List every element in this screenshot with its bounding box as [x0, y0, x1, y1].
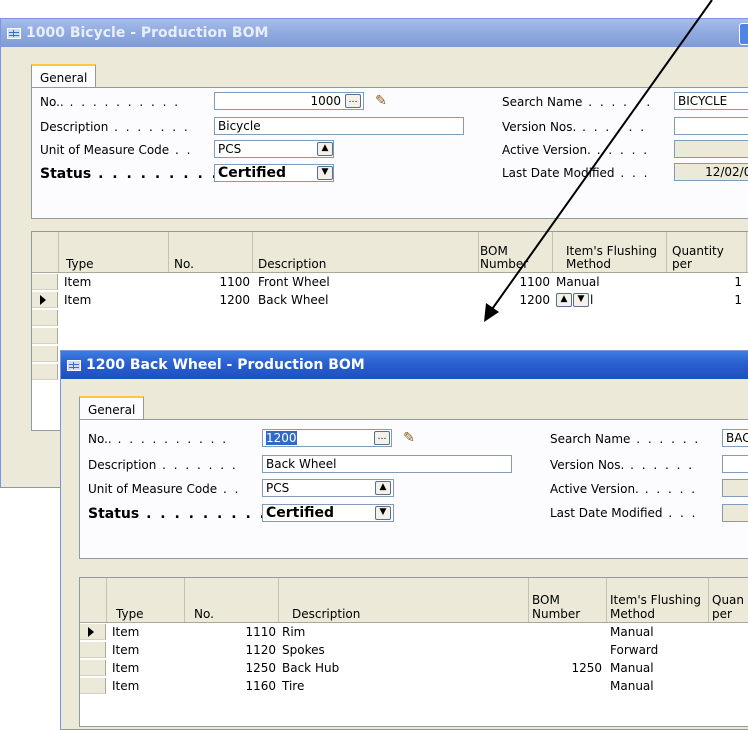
no-label: No.. . . . . . . . . . .	[40, 95, 181, 109]
bicycle-bom-titlebar[interactable]: 1000 Bicycle - Production BOM	[1, 19, 748, 47]
general-panel: No.. . . . . . . . . . . 1000 … ✎ Descri…	[31, 87, 748, 219]
version-nos-field[interactable]	[722, 455, 748, 473]
status-label: Status . . . . . . . . .	[40, 166, 219, 182]
col-flushing[interactable]: Method	[610, 608, 655, 620]
search-name-field[interactable]: BICYCLE	[674, 92, 748, 110]
up-arrow-icon[interactable]: ▲	[375, 481, 391, 495]
col-quantity[interactable]: per	[672, 258, 692, 270]
status-label: Status . . . . . . . . .	[88, 506, 267, 522]
dropdown-arrow-icon[interactable]: ▼	[375, 506, 391, 520]
tab-general[interactable]: General	[31, 64, 97, 88]
description-label: Description . . . . . . .	[88, 458, 238, 472]
last-date-label: Last Date Modified . . .	[502, 166, 650, 180]
up-arrow-icon[interactable]: ▲	[556, 293, 572, 307]
col-flushing-top[interactable]: Item's Flushing	[610, 594, 701, 606]
table-row[interactable]: Item 1120 Spokes Forward	[80, 642, 748, 658]
up-arrow-icon[interactable]: ▲	[317, 142, 333, 156]
lookup-ellipsis-icon[interactable]: …	[374, 431, 390, 445]
col-bom-number[interactable]: Number	[480, 258, 528, 270]
col-bom-number[interactable]: Number	[532, 608, 580, 620]
col-flushing[interactable]: Method	[566, 258, 611, 270]
active-version-field	[722, 479, 748, 497]
col-flushing-top[interactable]: Item's Flushing	[566, 245, 657, 257]
table-icon	[7, 27, 21, 39]
bom-lines-grid[interactable]: Type No. Description BOM Number Item's F…	[79, 577, 748, 727]
search-name-label: Search Name . . . . . .	[502, 95, 653, 109]
col-description[interactable]: Description	[292, 608, 360, 620]
table-row[interactable]: Item 1160 Tire Manual	[80, 678, 748, 694]
last-date-field: 12/02/04	[674, 163, 748, 181]
back-wheel-bom-titlebar[interactable]: 1200 Back Wheel - Production BOM	[61, 351, 748, 379]
general-panel: No.. . . . . . . . . . . 1200 … ✎ Descri…	[79, 419, 748, 559]
window-title: 1200 Back Wheel - Production BOM	[86, 357, 365, 373]
last-date-field: 0	[722, 504, 748, 522]
no-field[interactable]: 1000	[214, 92, 364, 110]
lookup-ellipsis-icon[interactable]: …	[345, 94, 361, 108]
active-version-label: Active Version. . . . . .	[502, 143, 650, 157]
no-field[interactable]: 1200	[262, 429, 392, 447]
table-row[interactable]: Item 1100 Front Wheel 1100 Manual 1	[32, 274, 748, 290]
description-label: Description . . . . . . .	[40, 120, 190, 134]
grid-header: Type No. Description BOM Number Item's F…	[32, 232, 748, 273]
grid-header: Type No. Description BOM Number Item's F…	[80, 578, 748, 623]
version-nos-label: Version Nos. . . . . . .	[550, 458, 695, 472]
tab-general[interactable]: General	[79, 396, 145, 420]
active-version-label: Active Version. . . . . .	[550, 482, 698, 496]
uom-label: Unit of Measure Code . .	[88, 482, 241, 496]
search-name-field[interactable]: BAC	[722, 429, 748, 447]
table-icon	[67, 359, 81, 371]
col-quantity-top[interactable]: Quan	[712, 594, 744, 606]
uom-label: Unit of Measure Code . .	[40, 143, 193, 157]
window-title: 1000 Bicycle - Production BOM	[26, 25, 269, 41]
col-no[interactable]: No.	[174, 258, 194, 270]
status-field[interactable]: Certified	[214, 164, 334, 182]
active-version-field	[674, 140, 748, 158]
description-field[interactable]: Bicycle	[214, 117, 464, 135]
col-description[interactable]: Description	[258, 258, 326, 270]
last-date-label: Last Date Modified . . .	[550, 506, 698, 520]
table-row[interactable]: Item 1200 Back Wheel 1200 ▲ ▼ l 1	[32, 292, 748, 308]
col-quantity-top[interactable]: Quantity	[672, 245, 724, 257]
back-wheel-bom-window: 1200 Back Wheel - Production BOM General…	[60, 350, 748, 730]
col-no[interactable]: No.	[194, 608, 214, 620]
pencil-edit-icon[interactable]: ✎	[400, 430, 418, 446]
col-bom-number-top[interactable]: BOM	[532, 594, 560, 606]
description-field[interactable]: Back Wheel	[262, 455, 512, 473]
no-label: No.. . . . . . . . . . .	[88, 432, 229, 446]
table-row[interactable]: Item 1110 Rim Manual	[80, 624, 748, 640]
col-type[interactable]: Type	[66, 258, 94, 270]
col-type[interactable]: Type	[116, 608, 144, 620]
current-row-icon	[40, 295, 46, 305]
pencil-edit-icon[interactable]: ✎	[372, 93, 390, 109]
uom-field[interactable]: PCS	[214, 140, 334, 158]
window-control-button[interactable]	[739, 23, 748, 45]
current-row-icon	[88, 627, 94, 637]
table-row[interactable]: Item 1250 Back Hub 1250 Manual	[80, 660, 748, 676]
col-bom-number-top[interactable]: BOM	[480, 245, 508, 257]
version-nos-field[interactable]	[674, 117, 748, 135]
col-quantity[interactable]: per	[712, 608, 732, 620]
dropdown-arrow-icon[interactable]: ▼	[317, 166, 333, 180]
search-name-label: Search Name . . . . . .	[550, 432, 701, 446]
version-nos-label: Version Nos. . . . . . .	[502, 120, 647, 134]
down-arrow-icon[interactable]: ▼	[573, 293, 589, 307]
